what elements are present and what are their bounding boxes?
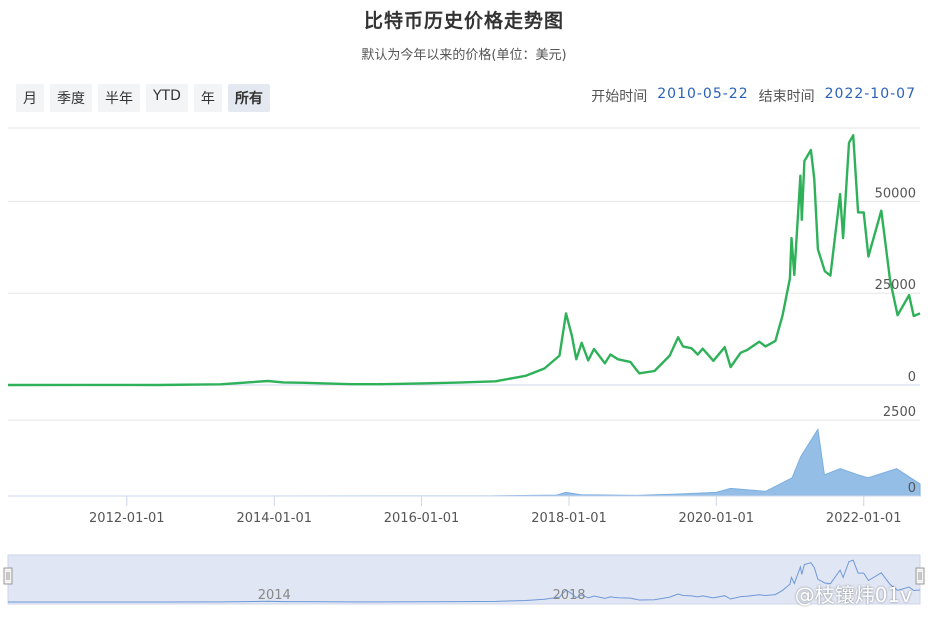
x-tick-label: 2020-01-01 xyxy=(678,511,754,526)
price-chart: 02500050000 02500 2012-01-01 2014-01-01 20… xyxy=(3,127,925,605)
x-tick-label: 2012-01-01 xyxy=(89,511,165,526)
volume-tick-label: 2500 xyxy=(883,405,916,420)
watermark: @枝镶炜01v xyxy=(794,583,912,607)
x-axis: 2012-01-01 2014-01-01 2016-01-01 2018-01-01… xyxy=(8,495,920,526)
navigator-tick-label: 2014 xyxy=(258,588,291,603)
price-tick-label: 0 xyxy=(908,370,916,385)
volume-tick-label: 0 xyxy=(908,481,916,496)
x-tick-label: 2018-01-01 xyxy=(531,511,607,526)
navigator-tick-label: 2018 xyxy=(552,588,585,603)
navigator-handle[interactable] xyxy=(915,567,925,585)
price-tick-label: 50000 xyxy=(875,186,916,201)
price-tick-label: 25000 xyxy=(875,278,916,293)
x-tick-label: 2014-01-01 xyxy=(236,511,312,526)
price-line xyxy=(7,134,921,387)
x-tick-label: 2016-01-01 xyxy=(384,511,460,526)
x-tick-label: 2022-01-01 xyxy=(826,511,902,526)
volume-area xyxy=(7,427,921,497)
navigator-mask xyxy=(7,554,921,605)
volume-series xyxy=(7,427,921,497)
range-navigator[interactable]: 2014 2018 xyxy=(3,554,925,605)
navigator-handle[interactable] xyxy=(3,567,13,585)
